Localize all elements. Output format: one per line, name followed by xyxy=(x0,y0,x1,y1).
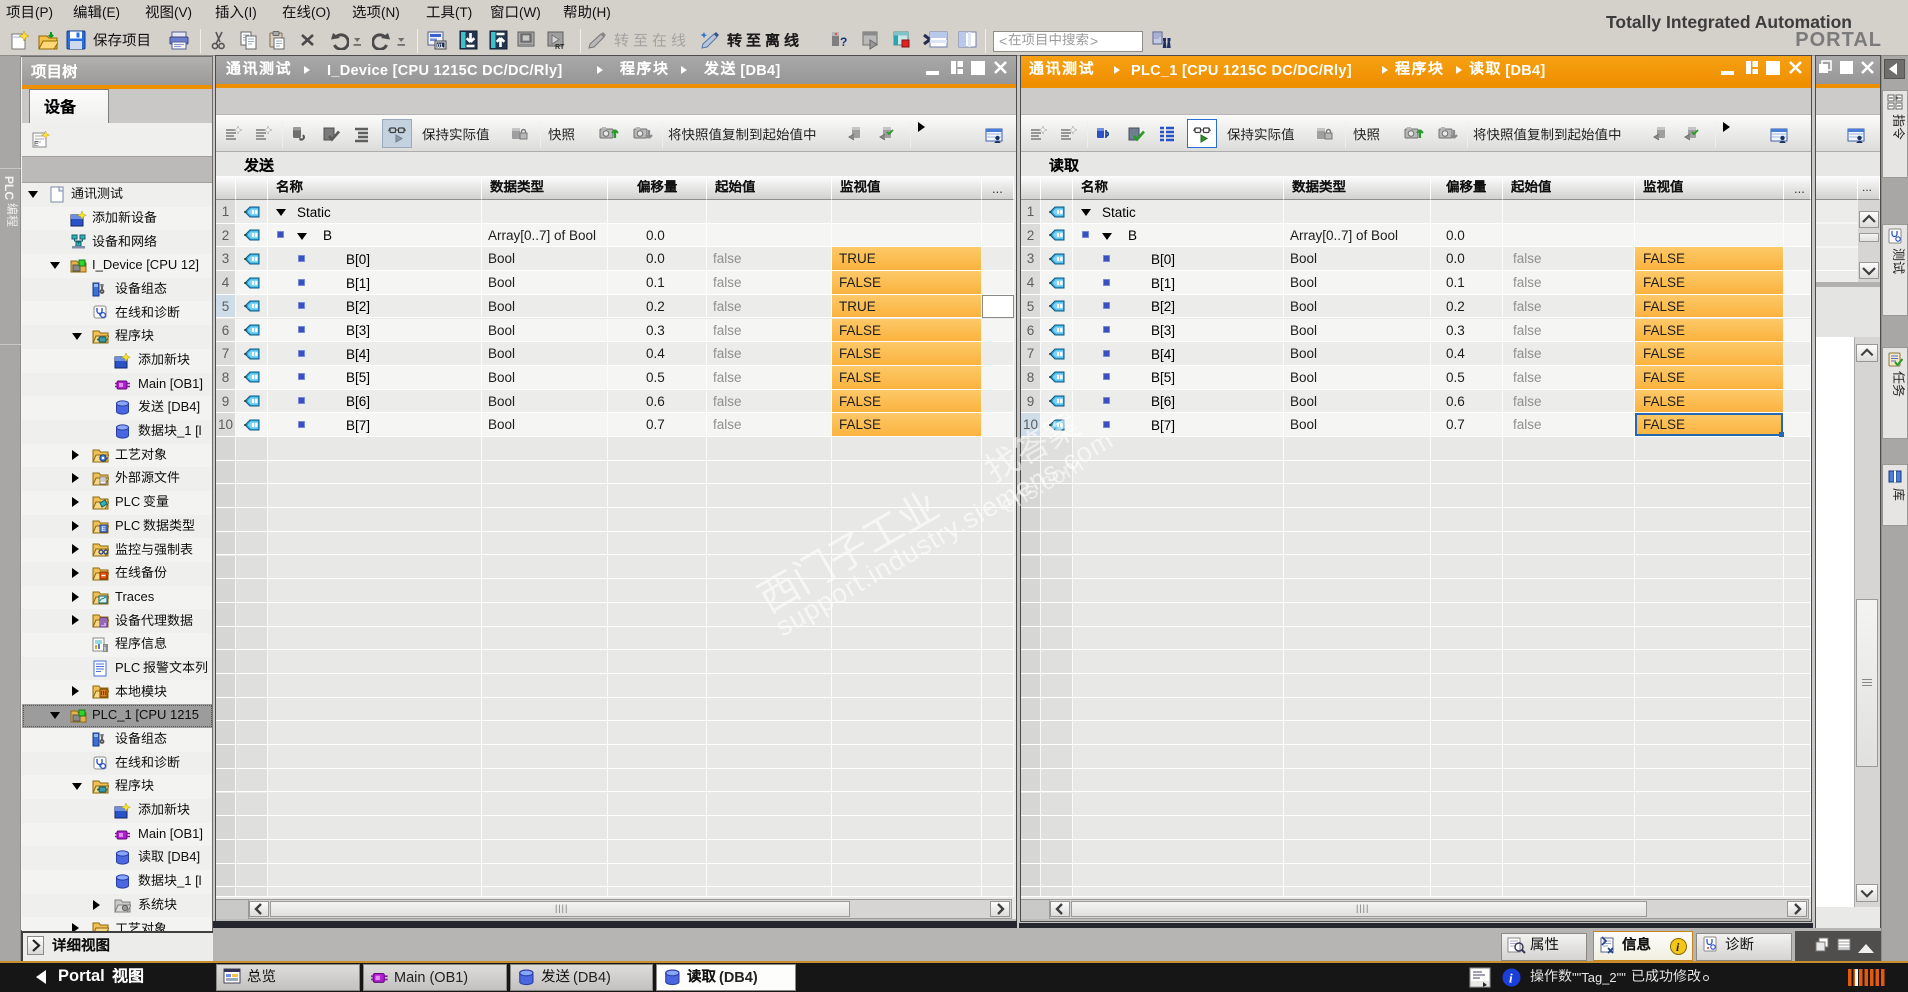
svg-text:?: ? xyxy=(840,35,847,49)
svg-text:E: E xyxy=(34,141,39,148)
svg-text:01: 01 xyxy=(437,43,443,49)
svg-text:i: i xyxy=(104,646,106,653)
svg-text:i: i xyxy=(1509,971,1513,986)
svg-text:E: E xyxy=(102,527,106,533)
svg-text:RT: RT xyxy=(555,44,565,50)
